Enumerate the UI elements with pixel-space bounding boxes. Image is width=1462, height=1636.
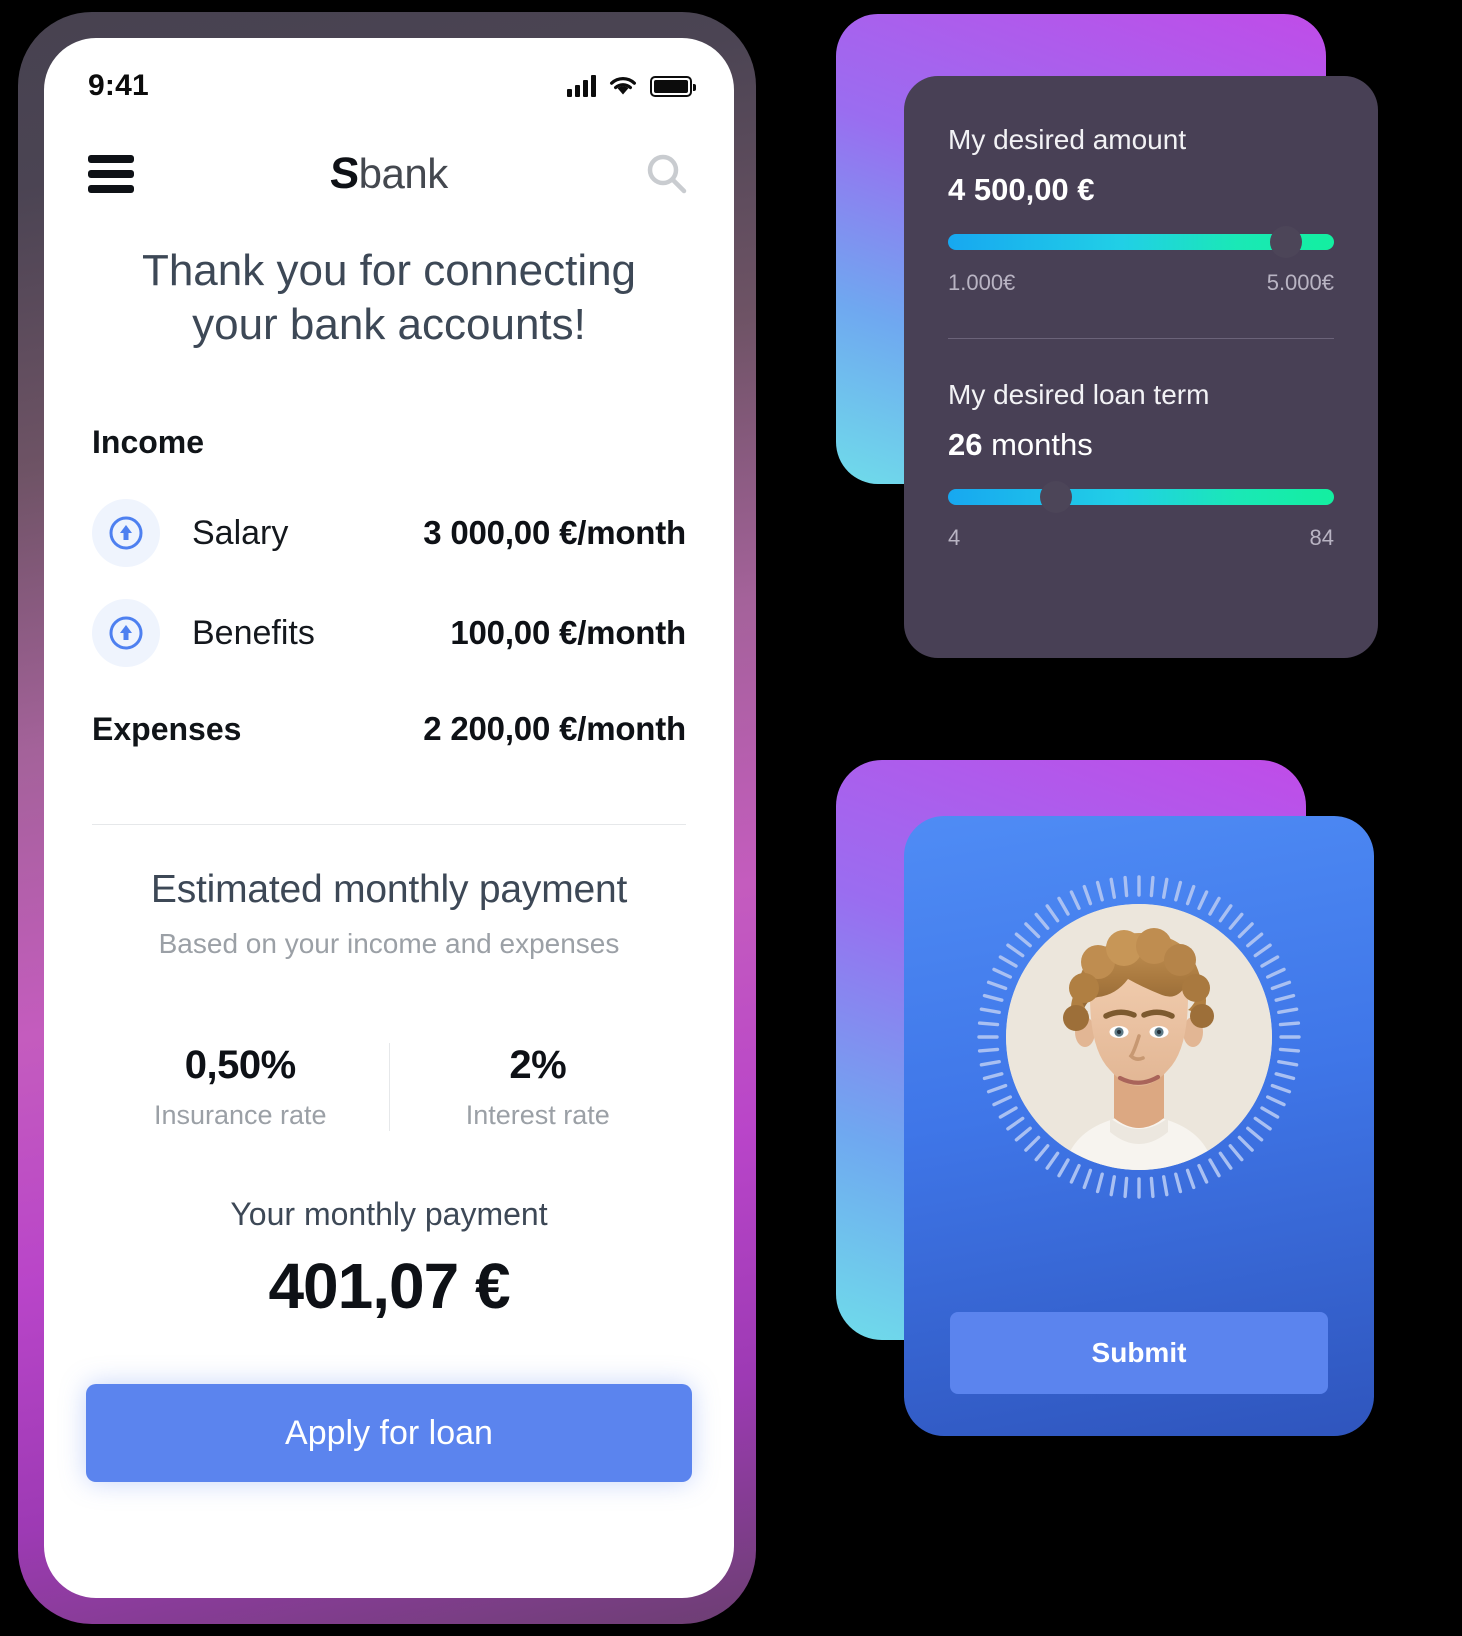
apply-for-loan-button[interactable]: Apply for loan (86, 1384, 692, 1482)
arrow-up-circle-icon (92, 499, 160, 567)
interest-rate-cell: 2% Interest rate (388, 1043, 687, 1131)
desired-term-scale: 4 84 (948, 525, 1334, 551)
estimate-title: Estimated monthly payment (150, 868, 628, 911)
desired-amount-value: 4 500,00 € (948, 172, 1095, 207)
income-row-salary[interactable]: Salary 3 000,00 €/month (92, 483, 686, 583)
app-header: S bank (44, 126, 734, 222)
section-divider (92, 824, 686, 825)
monthly-payment-label: Your monthly payment (230, 1196, 548, 1232)
status-time: 9:41 (88, 69, 149, 102)
brand-mark-icon: S (328, 149, 361, 198)
desired-term-label: My desired loan term (948, 379, 1210, 410)
wifi-icon (610, 77, 636, 95)
desired-amount-min-label: 1.000€ (948, 270, 1016, 295)
desired-term-unit: months (991, 427, 1093, 462)
phone-screen: 9:41 S bank Thank you for connecting you… (44, 38, 734, 1598)
status-bar: 9:41 (44, 38, 734, 116)
income-row-value: 100,00 €/month (450, 614, 686, 651)
loan-config-card-stack: My desired amount 4 500,00 € 1.000€ 5.00… (836, 14, 1378, 658)
income-row-benefits[interactable]: Benefits 100,00 €/month (92, 583, 686, 683)
desired-amount-group: My desired amount 4 500,00 € 1.000€ 5.00… (948, 124, 1334, 296)
face-id-card-stack: Submit (836, 760, 1374, 1436)
interest-rate-value: 2% (509, 1043, 567, 1087)
monthly-payment-block: Your monthly payment 401,07 € (84, 1196, 694, 1323)
monthly-payment-value: 401,07 € (268, 1250, 510, 1322)
phone-device-frame: 9:41 S bank Thank you for connecting you… (18, 12, 756, 1624)
income-section-title: Income (92, 424, 205, 460)
insurance-rate-value: 0,50% (184, 1043, 296, 1087)
desired-term-value: 26 months (948, 427, 1334, 463)
income-row-label: Benefits (192, 613, 315, 652)
interest-rate-label: Interest rate (465, 1100, 610, 1130)
battery-full-icon (650, 75, 696, 97)
desired-amount-scale: 1.000€ 5.000€ (948, 270, 1334, 296)
income-section: Income Salary 3 000,00 €/month Benefits … (92, 424, 686, 683)
page-title: Thank you for connecting your bank accou… (141, 246, 637, 349)
desired-amount-max-label: 5.000€ (1266, 270, 1334, 295)
brand-logo: S bank (328, 149, 449, 199)
cellular-signal-icon (567, 75, 596, 97)
face-id-card: Submit (904, 816, 1374, 1436)
screenshot-stage: 9:41 S bank Thank you for connecting you… (0, 0, 1462, 1636)
submit-button[interactable]: Submit (950, 1312, 1328, 1394)
brand-name: bank (358, 150, 449, 197)
desired-amount-label: My desired amount (948, 124, 1187, 155)
desired-amount-slider-thumb[interactable] (1269, 226, 1302, 258)
arrow-up-circle-icon (92, 599, 160, 667)
income-row-label: Salary (192, 513, 289, 552)
income-row-value: 3 000,00 €/month (423, 514, 686, 551)
hamburger-menu-icon[interactable] (88, 155, 134, 193)
desired-amount-slider[interactable] (948, 226, 1334, 258)
insurance-rate-label: Insurance rate (153, 1100, 327, 1130)
estimate-section: Estimated monthly payment Based on your … (84, 868, 694, 960)
face-scan-area (976, 874, 1302, 1200)
loan-config-card: My desired amount 4 500,00 € 1.000€ 5.00… (904, 76, 1378, 658)
user-portrait-photo (1006, 904, 1272, 1170)
rates-row: 0,50% Insurance rate 2% Interest rate (92, 1043, 686, 1131)
search-icon[interactable] (644, 151, 690, 197)
insurance-rate-cell: 0,50% Insurance rate (92, 1043, 389, 1131)
loan-card-divider (948, 338, 1334, 339)
estimate-subtitle: Based on your income and expenses (158, 928, 620, 959)
desired-term-slider-thumb[interactable] (1040, 481, 1073, 513)
desired-term-min-label: 4 (948, 525, 961, 550)
expenses-row: Expenses 2 200,00 €/month (92, 710, 686, 748)
desired-term-group: My desired loan term 26 months 4 84 (948, 379, 1334, 551)
desired-term-max-label: 84 (1309, 525, 1334, 550)
desired-term-slider[interactable] (948, 481, 1334, 513)
expenses-label: Expenses (92, 711, 242, 747)
desired-term-number: 26 (948, 427, 983, 462)
status-icons (567, 75, 696, 97)
expenses-value: 2 200,00 €/month (423, 710, 686, 747)
